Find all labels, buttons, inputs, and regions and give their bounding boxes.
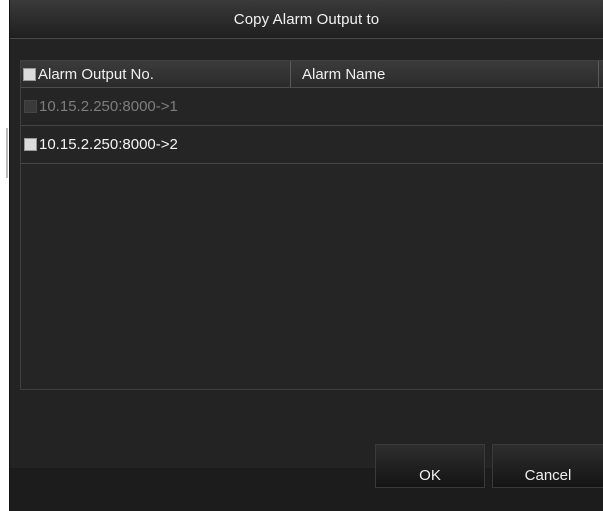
row-checkbox-disabled xyxy=(24,100,37,113)
ok-button[interactable]: OK xyxy=(375,444,485,488)
column-header-alarm-name: Alarm Name xyxy=(302,61,599,87)
select-all-checkbox[interactable] xyxy=(23,67,36,81)
table-header: Alarm Output No. Alarm Name xyxy=(21,61,603,88)
column-header-label: Alarm Output No. xyxy=(38,65,154,83)
column-header-alarm-output-no: Alarm Output No. xyxy=(23,61,291,87)
alarm-output-label: 10.15.2.250:8000->1 xyxy=(39,98,178,115)
table-row[interactable]: 10.15.2.250:8000->2 xyxy=(21,126,603,164)
column-header-label: Alarm Name xyxy=(302,65,386,83)
alarm-output-table: Alarm Output No. Alarm Name 10.15.2.250:… xyxy=(20,60,603,390)
cancel-button[interactable]: Cancel xyxy=(492,444,603,488)
dialog-title-bar: Copy Alarm Output to xyxy=(10,0,603,39)
alarm-output-label: 10.15.2.250:8000->2 xyxy=(39,136,178,153)
row-checkbox[interactable] xyxy=(24,138,37,151)
copy-alarm-output-dialog: Copy Alarm Output to Alarm Output No. Al… xyxy=(9,0,603,511)
table-row: 10.15.2.250:8000->1 xyxy=(21,88,603,126)
dialog-title: Copy Alarm Output to xyxy=(233,10,380,28)
background-edge xyxy=(6,128,8,178)
